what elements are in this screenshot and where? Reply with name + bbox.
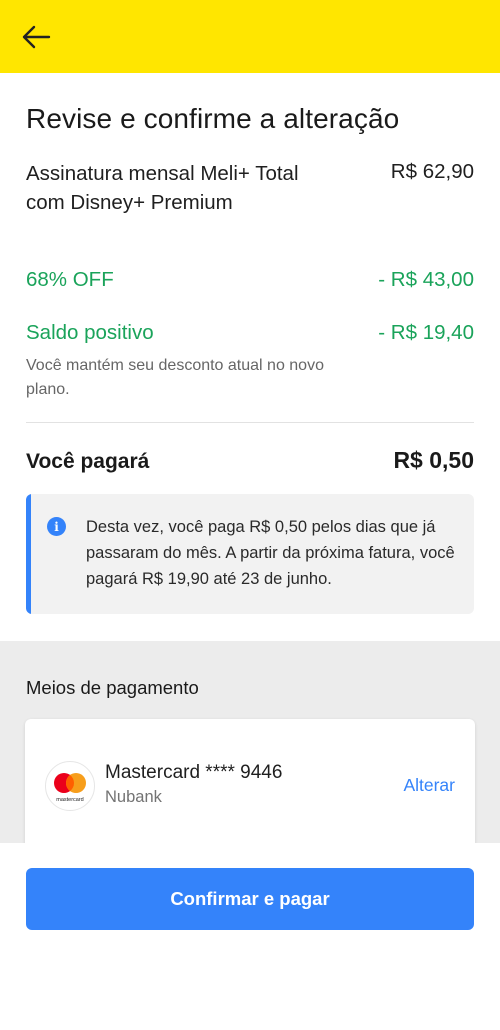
total-row: Você pagará R$ 0,50	[26, 447, 474, 477]
total-value: R$ 0,50	[393, 447, 474, 473]
arrow-left-icon	[22, 25, 51, 49]
discount-row: 68% OFF - R$ 43,00	[26, 268, 474, 298]
info-text: Desta vez, você paga R$ 0,50 pelos dias …	[86, 518, 455, 588]
card-bank: Nubank	[105, 788, 162, 806]
info-accent-bar	[26, 494, 31, 614]
page-title: Revise e confirme a alteração	[26, 103, 400, 134]
credit-label: Saldo positivo	[26, 321, 154, 344]
back-button[interactable]	[18, 20, 54, 54]
change-payment-link[interactable]: Alterar	[403, 775, 455, 796]
mastercard-wordmark: mastercard	[56, 797, 84, 803]
confirm-pay-button[interactable]: Confirmar e pagar	[26, 868, 474, 930]
info-icon: i	[47, 517, 66, 536]
card-name: Mastercard **** 9446	[105, 762, 283, 783]
total-label: Você pagará	[26, 450, 150, 473]
credit-value: - R$ 19,40	[378, 321, 474, 344]
discount-label: 68% OFF	[26, 268, 114, 291]
footer: Confirmar e pagar	[0, 843, 500, 1030]
discount-value: - R$ 43,00	[378, 268, 474, 291]
plan-name: Assinatura mensal Meli+ Total com Disney…	[26, 162, 299, 214]
payment-section-title: Meios de pagamento	[26, 677, 199, 698]
info-banner: i Desta vez, você paga R$ 0,50 pelos dia…	[26, 494, 474, 614]
mastercard-icon: mastercard	[45, 761, 95, 811]
plan-row: Assinatura mensal Meli+ Total com Disney…	[26, 160, 474, 250]
credit-note: Você mantém seu desconto atual no novo p…	[26, 357, 324, 398]
top-bar	[0, 0, 500, 73]
divider	[26, 422, 474, 423]
payment-method-card[interactable]: mastercard Mastercard **** 9446 Nubank A…	[25, 719, 475, 852]
credit-row: Saldo positivo - R$ 19,40	[26, 321, 474, 351]
plan-price: R$ 62,90	[390, 160, 474, 183]
